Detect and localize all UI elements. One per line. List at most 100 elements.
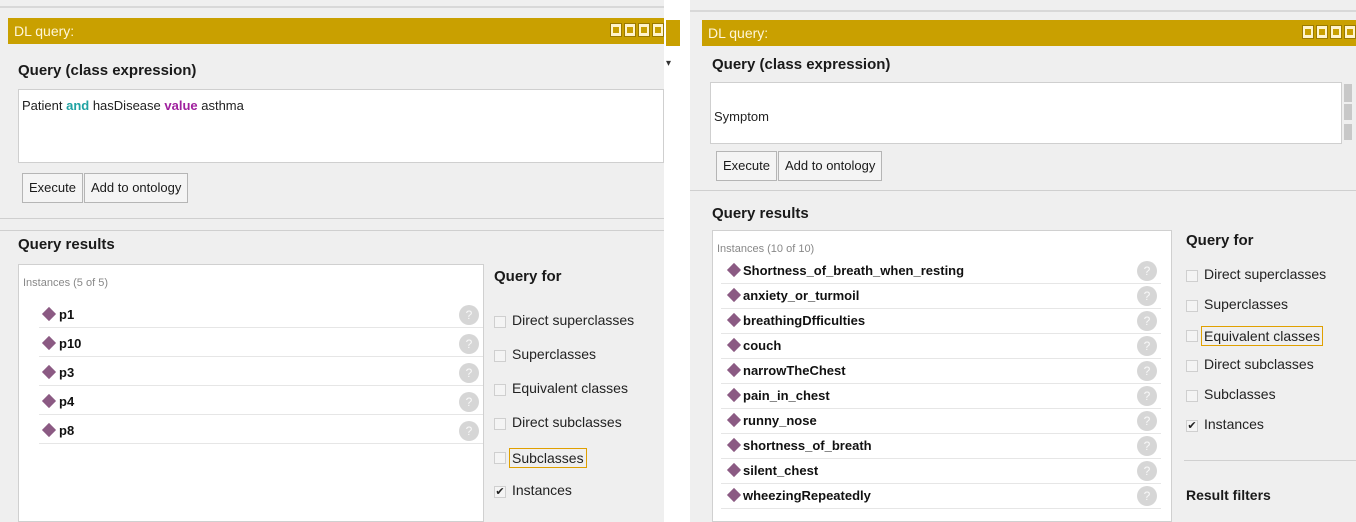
add-to-ontology-button[interactable]: Add to ontology — [778, 151, 883, 181]
checkbox[interactable]: ✔ — [494, 486, 506, 498]
dl-query-title: DL query: — [14, 23, 75, 39]
instance-row[interactable]: p1? — [39, 303, 483, 328]
help-icon[interactable]: ? — [459, 363, 479, 383]
maximize-view-icon[interactable] — [1330, 25, 1342, 39]
instance-row[interactable]: p8? — [39, 419, 483, 444]
help-icon[interactable]: ? — [1137, 461, 1157, 481]
checkbox[interactable] — [1186, 390, 1198, 402]
help-icon[interactable]: ? — [459, 334, 479, 354]
view-controls — [610, 23, 664, 37]
query-for-option-label: Instances — [1204, 416, 1264, 432]
checkbox[interactable] — [494, 452, 506, 464]
instance-row[interactable]: p3? — [39, 361, 483, 386]
query-for-option-label: Subclasses — [1204, 386, 1276, 402]
individual-diamond-icon — [41, 306, 57, 322]
close-view-icon[interactable] — [1344, 25, 1356, 39]
query-for-option-label: Direct superclasses — [1204, 266, 1327, 282]
results-list: Instances (5 of 5) p1? p10? p3? p4? p8? — [18, 264, 484, 522]
help-icon[interactable]: ? — [1137, 286, 1157, 306]
individual-diamond-icon — [726, 462, 742, 478]
query-for-option-label: Instances — [512, 482, 572, 498]
individual-diamond-icon — [41, 393, 57, 409]
checkbox[interactable] — [494, 350, 506, 362]
close-view-icon[interactable] — [652, 23, 664, 37]
instances-count: Instances (10 of 10) — [717, 243, 815, 255]
help-icon[interactable]: ? — [459, 392, 479, 412]
split-view-icon[interactable] — [1302, 25, 1314, 39]
instance-label: shortness_of_breath — [743, 438, 872, 453]
instance-row[interactable]: narrowTheChest? — [721, 359, 1161, 384]
individual-diamond-icon — [726, 412, 742, 428]
query-for-option-label: Direct superclasses — [512, 312, 635, 328]
instance-row[interactable]: p4? — [39, 390, 483, 415]
instance-row[interactable]: Shortness_of_breath_when_resting? — [721, 259, 1161, 284]
query-expression-editor[interactable]: Symptom — [710, 82, 1342, 144]
query-heading: Query (class expression) — [712, 56, 891, 73]
results-heading: Query results — [712, 205, 809, 222]
query-for-option-label: Superclasses — [512, 346, 597, 362]
instance-row[interactable]: shortness_of_breath? — [721, 434, 1161, 459]
help-icon[interactable]: ? — [1137, 411, 1157, 431]
help-icon[interactable]: ? — [1137, 261, 1157, 281]
instance-label: p1 — [59, 307, 75, 322]
execute-button[interactable]: Execute — [716, 151, 777, 181]
checkbox[interactable] — [494, 384, 506, 396]
top-border — [690, 10, 1356, 12]
add-to-ontology-button[interactable]: Add to ontology — [84, 173, 189, 203]
query-heading: Query (class expression) — [18, 62, 197, 79]
instance-label: p4 — [59, 394, 75, 409]
query-for-option-label: Equivalent classes — [1201, 326, 1323, 346]
checkbox[interactable]: ✔ — [1186, 420, 1198, 432]
instance-row[interactable]: silent_chest? — [721, 459, 1161, 484]
query-for-title: Query for — [494, 268, 562, 285]
query-for-title: Query for — [1186, 232, 1254, 249]
view-controls — [1302, 25, 1356, 39]
checkbox[interactable] — [1186, 300, 1198, 312]
checkbox[interactable] — [494, 316, 506, 328]
dl-query-pane-right: DL query: Query (class expression) Sympt… — [690, 0, 1356, 522]
checkbox[interactable] — [494, 418, 506, 430]
help-icon[interactable]: ? — [1137, 336, 1157, 356]
help-icon[interactable]: ? — [459, 421, 479, 441]
individual-diamond-icon — [726, 362, 742, 378]
maximize-view-icon[interactable] — [638, 23, 650, 37]
instance-row[interactable]: breathingDfficulties? — [721, 309, 1161, 334]
instance-row[interactable]: wheezingRepeatedly? — [721, 484, 1161, 509]
query-for-option-label: Subclasses — [509, 448, 587, 468]
help-icon[interactable]: ? — [1137, 436, 1157, 456]
scrollbar-fragment[interactable] — [1344, 104, 1352, 120]
result-filters-title: Result filters — [1186, 487, 1271, 503]
instance-label: couch — [743, 338, 782, 353]
instance-label: p10 — [59, 336, 82, 351]
individual-diamond-icon — [41, 422, 57, 438]
minimize-view-icon[interactable] — [624, 23, 636, 37]
individual-diamond-icon — [726, 437, 742, 453]
instance-row[interactable]: anxiety_or_turmoil? — [721, 284, 1161, 309]
query-expression-editor[interactable]: Patient and hasDisease value asthma — [18, 89, 664, 163]
checkbox[interactable] — [1186, 270, 1198, 282]
instance-row[interactable]: runny_nose? — [721, 409, 1161, 434]
help-icon[interactable]: ? — [1137, 386, 1157, 406]
instance-row[interactable]: couch? — [721, 334, 1161, 359]
query-for-option-label: Equivalent classes — [512, 380, 628, 396]
instance-label: narrowTheChest — [743, 363, 846, 378]
split-view-icon[interactable] — [610, 23, 622, 37]
scrollbar-fragment[interactable] — [1344, 124, 1352, 140]
instance-label: wheezingRepeatedly — [743, 488, 871, 503]
keyword-value: value — [164, 98, 198, 113]
instance-label: anxiety_or_turmoil — [743, 288, 860, 303]
dl-query-titlebar: DL query: — [702, 20, 1356, 46]
help-icon[interactable]: ? — [1137, 311, 1157, 331]
checkbox[interactable] — [1186, 330, 1198, 342]
instance-row[interactable]: p10? — [39, 332, 483, 357]
scrollbar-fragment[interactable] — [1344, 84, 1352, 102]
execute-button[interactable]: Execute — [22, 173, 83, 203]
instance-row[interactable]: pain_in_chest? — [721, 384, 1161, 409]
help-icon[interactable]: ? — [1137, 361, 1157, 381]
help-icon[interactable]: ? — [459, 305, 479, 325]
checkbox[interactable] — [1186, 360, 1198, 372]
results-heading: Query results — [18, 236, 115, 253]
help-icon[interactable]: ? — [1137, 486, 1157, 506]
minimize-view-icon[interactable] — [1316, 25, 1328, 39]
individual-diamond-icon — [726, 487, 742, 503]
